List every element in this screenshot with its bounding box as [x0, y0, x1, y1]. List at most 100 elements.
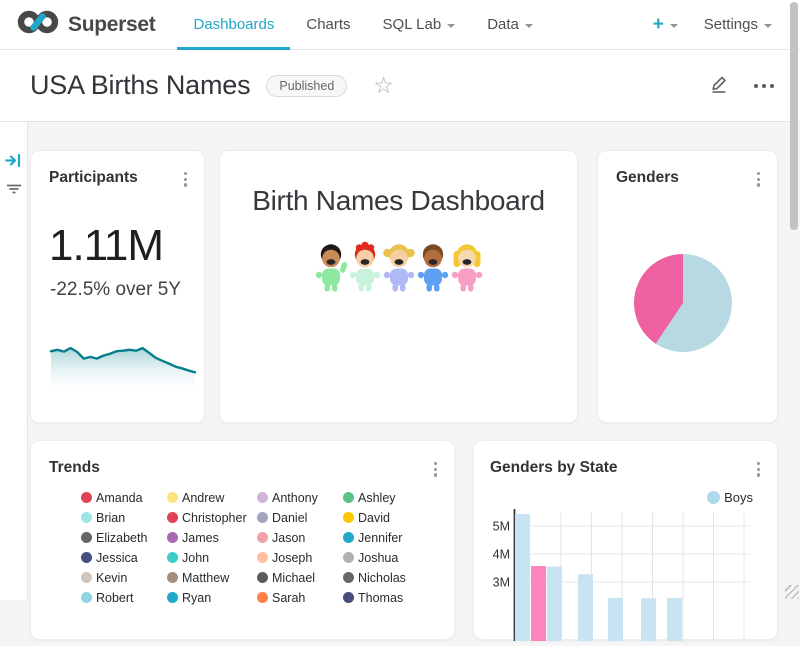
genders-by-state-bar-chart: 5M 4M 3M	[474, 441, 779, 646]
legend-color-dot	[257, 492, 268, 503]
filter-bar-collapsed	[0, 122, 28, 600]
favorite-star-icon[interactable]: ☆	[373, 74, 394, 97]
genders-card: Genders	[597, 150, 778, 423]
trends-card: Trends Amanda Andrew Anthony Ashley Bria…	[30, 440, 455, 640]
sparkline-chart	[47, 339, 199, 400]
legend-color-dot	[167, 572, 178, 583]
nav-charts[interactable]: Charts	[290, 0, 366, 50]
legend-item[interactable]: David	[343, 511, 429, 524]
legend-color-dot	[81, 572, 92, 583]
legend-item[interactable]: Ashley	[343, 491, 429, 504]
card-title: Participants	[49, 169, 138, 187]
card-title: Trends	[49, 459, 100, 477]
legend-item[interactable]: John	[167, 551, 257, 564]
card-title: Genders	[616, 169, 679, 187]
legend-color-dot	[257, 532, 268, 543]
chevron-down-icon	[447, 24, 455, 28]
chevron-down-icon	[764, 24, 772, 28]
legend-color-dot	[167, 592, 178, 603]
infinity-logo-icon	[16, 7, 60, 42]
legend-item[interactable]: Amanda	[81, 491, 167, 504]
filter-icon[interactable]	[6, 183, 22, 201]
legend-item[interactable]: Sarah	[257, 591, 343, 604]
settings-menu[interactable]: Settings	[704, 16, 772, 33]
legend-item[interactable]: Jennifer	[343, 531, 429, 544]
legend-item[interactable]: James	[167, 531, 257, 544]
legend-item[interactable]: Joshua	[343, 551, 429, 564]
legend-item[interactable]: Christopher	[167, 511, 257, 524]
svg-text:5M: 5M	[493, 520, 510, 534]
legend-item[interactable]: Kevin	[81, 571, 167, 584]
legend-color-dot	[81, 492, 92, 503]
legend-color-dot	[167, 512, 178, 523]
children-illustration	[220, 241, 577, 298]
legend-color-dot	[167, 492, 178, 503]
resize-handle[interactable]	[785, 585, 799, 599]
card-menu-icon[interactable]	[755, 170, 762, 189]
legend-color-dot	[257, 552, 268, 563]
legend-item[interactable]: Brian	[81, 511, 167, 524]
legend-color-dot	[81, 592, 92, 603]
page-scrollbar[interactable]	[790, 2, 798, 230]
genders-by-state-card: Genders by State Boys 5M4M3M	[473, 440, 778, 640]
superset-logo[interactable]: Superset	[0, 7, 177, 42]
legend-color-dot	[81, 512, 92, 523]
child-figure	[348, 241, 382, 298]
dashboard-heading-text: Birth Names Dashboard	[220, 185, 577, 217]
participants-card: Participants 1.11M -22.5% over 5Y	[30, 150, 205, 423]
new-item-button[interactable]: +	[653, 14, 678, 36]
child-figure	[382, 241, 416, 298]
nav-data[interactable]: Data	[471, 0, 549, 50]
nav-dashboards[interactable]: Dashboards	[177, 0, 290, 50]
dashboard-menu-icon[interactable]	[754, 84, 774, 88]
legend-item[interactable]: Jason	[257, 531, 343, 544]
legend-item[interactable]: Elizabeth	[81, 531, 167, 544]
legend-item[interactable]: Jessica	[81, 551, 167, 564]
legend-color-dot	[257, 592, 268, 603]
chevron-down-icon	[670, 24, 678, 28]
edit-pencil-icon[interactable]	[709, 73, 730, 99]
card-menu-icon[interactable]	[182, 170, 189, 189]
legend-item[interactable]: Robert	[81, 591, 167, 604]
big-number-subheader: -22.5% over 5Y	[50, 279, 181, 301]
legend-color-dot	[257, 512, 268, 523]
legend-color-dot	[81, 532, 92, 543]
legend-item[interactable]: Daniel	[257, 511, 343, 524]
legend-item[interactable]: Ryan	[167, 591, 257, 604]
published-badge[interactable]: Published	[266, 75, 347, 97]
legend-color-dot	[343, 512, 354, 523]
expand-filter-bar-icon[interactable]	[5, 153, 22, 173]
svg-text:4M: 4M	[493, 548, 510, 562]
legend-color-dot	[81, 552, 92, 563]
card-menu-icon[interactable]	[432, 460, 439, 479]
legend-item[interactable]: Anthony	[257, 491, 343, 504]
main-nav: Dashboards Charts SQL Lab Data	[177, 0, 548, 50]
child-figure	[450, 241, 484, 298]
legend-color-dot	[343, 492, 354, 503]
legend-color-dot	[167, 552, 178, 563]
top-navbar: Superset Dashboards Charts SQL Lab Data …	[0, 0, 800, 50]
legend-item[interactable]: Nicholas	[343, 571, 429, 584]
legend-color-dot	[343, 572, 354, 583]
trends-legend: Amanda Andrew Anthony Ashley Brian Chris…	[81, 491, 429, 604]
brand-name: Superset	[68, 13, 155, 37]
legend-item[interactable]: Michael	[257, 571, 343, 584]
legend-item[interactable]: Andrew	[167, 491, 257, 504]
legend-color-dot	[343, 552, 354, 563]
nav-sql-lab[interactable]: SQL Lab	[367, 0, 472, 50]
child-figure	[416, 241, 450, 298]
legend-item[interactable]: Matthew	[167, 571, 257, 584]
dashboard-header: USA Births Names Published ☆	[0, 50, 800, 122]
legend-item[interactable]: Joseph	[257, 551, 343, 564]
markdown-header-card: Birth Names Dashboard	[219, 150, 578, 423]
legend-color-dot	[343, 592, 354, 603]
genders-pie-chart	[628, 248, 738, 363]
legend-color-dot	[343, 532, 354, 543]
big-number-value: 1.11M	[49, 221, 163, 271]
legend-item[interactable]: Thomas	[343, 591, 429, 604]
svg-text:3M: 3M	[493, 576, 510, 590]
chevron-down-icon	[525, 24, 533, 28]
dashboard-title: USA Births Names	[30, 70, 250, 101]
plus-icon: +	[653, 14, 664, 36]
legend-color-dot	[167, 532, 178, 543]
